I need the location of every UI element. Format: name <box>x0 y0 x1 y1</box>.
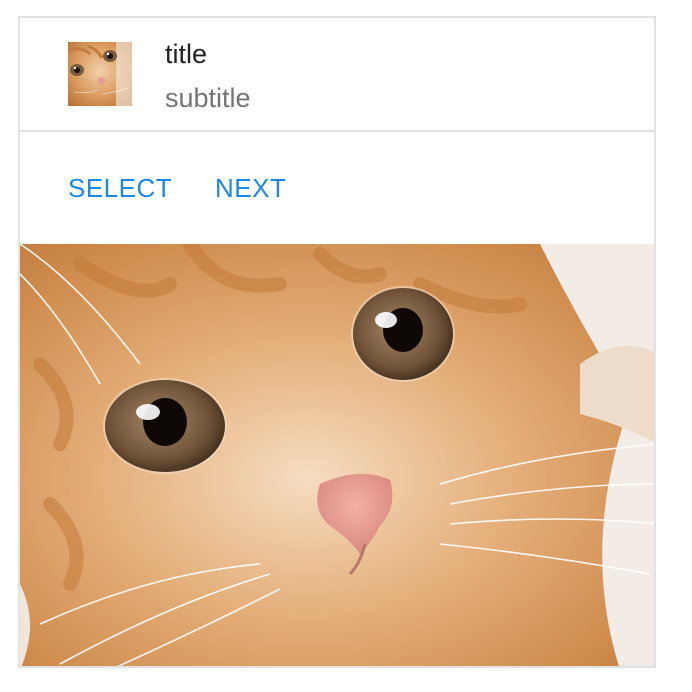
card-subtitle: subtitle <box>165 83 251 113</box>
avatar <box>68 42 132 106</box>
select-button[interactable]: SELECT <box>68 172 172 204</box>
card-title: title <box>165 39 208 69</box>
next-button[interactable]: NEXT <box>215 172 286 204</box>
card-media <box>20 244 654 666</box>
kitten-photo-icon <box>20 244 654 666</box>
card-header: title subtitle <box>20 18 654 132</box>
card: title subtitle SELECT NEXT <box>18 16 656 668</box>
kitten-thumbnail-icon <box>68 42 132 106</box>
card-actions: SELECT NEXT <box>20 132 654 244</box>
